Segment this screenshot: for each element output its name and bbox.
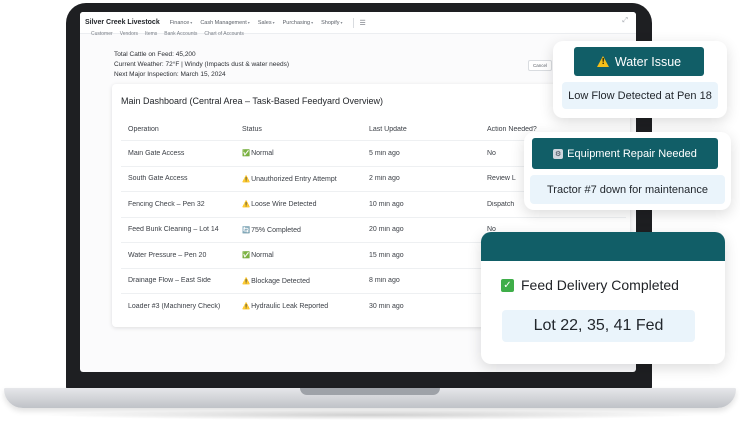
update-cell: 8 min ago <box>369 277 400 285</box>
nav-shopify[interactable]: Shopify ▾ <box>321 20 342 26</box>
equipment-repair-title: Equipment Repair Needed <box>567 147 697 160</box>
status-cell: ✅Normal <box>242 251 363 259</box>
warning-icon: ⚠️ <box>242 201 251 209</box>
warning-icon: ⚠️ <box>242 175 251 183</box>
status-text: Hydraulic Leak Reported <box>251 303 329 311</box>
feed-delivery-header <box>481 232 725 261</box>
subnav-vendors[interactable]: Vendors <box>120 31 138 37</box>
update-cell: 2 min ago <box>369 175 400 183</box>
subnav-customer[interactable]: Customer <box>91 31 113 37</box>
nav-divider <box>352 17 354 28</box>
update-cell: 20 min ago <box>369 226 404 234</box>
nav-label: Sales <box>257 19 272 26</box>
operation-cell: Water Pressure – Pen 20 <box>128 251 207 259</box>
nav-label: Purchasing <box>282 19 311 26</box>
nav-purchasing[interactable]: Purchasing ▾ <box>283 20 314 26</box>
feed-delivery-heading: ✓ Feed Delivery Completed <box>501 277 679 293</box>
water-issue-title: Water Issue <box>614 54 682 69</box>
operation-cell: South Gate Access <box>128 175 188 183</box>
chevron-down-icon: ▾ <box>340 20 343 25</box>
stage: Silver Creek Livestock Finance ▾ Cash Man… <box>0 0 740 431</box>
status-text: Loose Wire Detected <box>251 201 317 209</box>
brand-name[interactable]: Silver Creek Livestock <box>85 19 160 26</box>
status-cell: ⚠️Loose Wire Detected <box>242 200 363 208</box>
subnav-items[interactable]: Items <box>145 31 157 37</box>
nav-label: Cash Management <box>200 19 247 26</box>
gear-icon: ⚙ <box>553 148 564 159</box>
warning-icon: ⚠️ <box>242 303 251 311</box>
check-icon: ✅ <box>242 150 251 158</box>
feed-delivery-detail: Lot 22, 35, 41 Fed <box>502 310 695 342</box>
status-cell: ⚠️Blockage Detected <box>242 277 363 285</box>
total-cattle: Total Cattle on Feed: 45,200 <box>114 51 196 58</box>
status-text: Unauthorized Entry Attempt <box>251 175 337 183</box>
operation-cell: Fencing Check – Pen 32 <box>128 200 205 208</box>
column-last-update: Last Update <box>369 125 407 133</box>
status-cell: ⚠️Hydraulic Leak Reported <box>242 302 363 310</box>
operation-cell: Drainage Flow – East Side <box>128 277 211 285</box>
water-issue-button[interactable]: Water Issue <box>574 47 704 76</box>
operation-cell: Loader #3 (Machinery Check) <box>128 302 221 310</box>
sub-nav: Customer Vendors Items Bank Accounts Cha… <box>91 31 244 37</box>
nav-sales[interactable]: Sales ▾ <box>258 20 275 26</box>
subnav-chart-of-accounts[interactable]: Chart of Accounts <box>204 31 243 37</box>
update-cell: 30 min ago <box>369 302 404 310</box>
water-issue-card: Water Issue Low Flow Detected at Pen 18 <box>553 41 727 118</box>
nav-cash-management[interactable]: Cash Management ▾ <box>200 20 250 26</box>
column-operation: Operation <box>128 125 159 133</box>
equipment-repair-detail: Tractor #7 down for maintenance <box>530 175 725 204</box>
expand-icon[interactable]: ⤢ <box>622 17 628 25</box>
subnav-bank-accounts[interactable]: Bank Accounts <box>164 31 197 37</box>
equipment-repair-card: ⚙ Equipment Repair Needed Tractor #7 dow… <box>524 132 731 210</box>
update-cell: 5 min ago <box>369 149 400 157</box>
chevron-down-icon: ▾ <box>311 20 314 25</box>
warning-icon: ⚠️ <box>242 277 251 285</box>
status-cell: ✅Normal <box>242 149 363 157</box>
operation-cell: Main Gate Access <box>128 149 185 157</box>
column-status: Status <box>242 125 262 133</box>
chevron-down-icon: ▾ <box>247 20 250 25</box>
feed-delivery-title: Feed Delivery Completed <box>521 277 679 293</box>
feed-delivery-card: ✓ Feed Delivery Completed Lot 22, 35, 41… <box>481 232 725 364</box>
nav-label: Shopify <box>321 19 340 26</box>
status-text: Normal <box>251 150 274 158</box>
status-text: 75% Completed <box>251 226 301 234</box>
equipment-repair-text: Tractor #7 down for maintenance <box>546 183 708 196</box>
laptop-notch <box>300 388 440 395</box>
status-cell: 🔄75% Completed <box>242 226 363 234</box>
nav-finance[interactable]: Finance ▾ <box>170 20 193 26</box>
update-cell: 15 min ago <box>369 251 404 259</box>
status-cell: ⚠️Unauthorized Entry Attempt <box>242 175 363 183</box>
summary-block: Total Cattle on Feed: 45,200 Current Wea… <box>114 50 289 80</box>
equipment-repair-button[interactable]: ⚙ Equipment Repair Needed <box>532 138 718 169</box>
menu-icon[interactable]: ☰ <box>360 19 366 27</box>
operation-cell: Feed Bunk Cleaning – Lot 14 <box>128 226 219 234</box>
water-issue-detail: Low Flow Detected at Pen 18 <box>562 82 718 109</box>
check-icon: ✅ <box>242 252 251 260</box>
refresh-icon: 🔄 <box>242 226 251 234</box>
laptop-shadow <box>40 410 700 420</box>
chevron-down-icon: ▾ <box>190 20 193 25</box>
warning-icon <box>596 56 609 67</box>
current-weather: Current Weather: 72°F | Windy (Impacts d… <box>114 61 290 68</box>
next-inspection: Next Major Inspection: March 15, 2024 <box>114 71 226 78</box>
status-text: Normal <box>251 252 274 260</box>
water-issue-text: Low Flow Detected at Pen 18 <box>568 89 712 102</box>
chevron-down-icon: ▾ <box>272 20 275 25</box>
status-text: Blockage Detected <box>251 277 310 285</box>
feed-delivery-text: Lot 22, 35, 41 Fed <box>533 317 664 334</box>
nav-label: Finance <box>169 19 190 26</box>
update-cell: 10 min ago <box>369 200 404 208</box>
cancel-button[interactable]: Cancel <box>528 60 553 71</box>
check-icon: ✓ <box>501 278 514 292</box>
dashboard-title: Main Dashboard (Central Area – Task-Base… <box>121 96 383 106</box>
